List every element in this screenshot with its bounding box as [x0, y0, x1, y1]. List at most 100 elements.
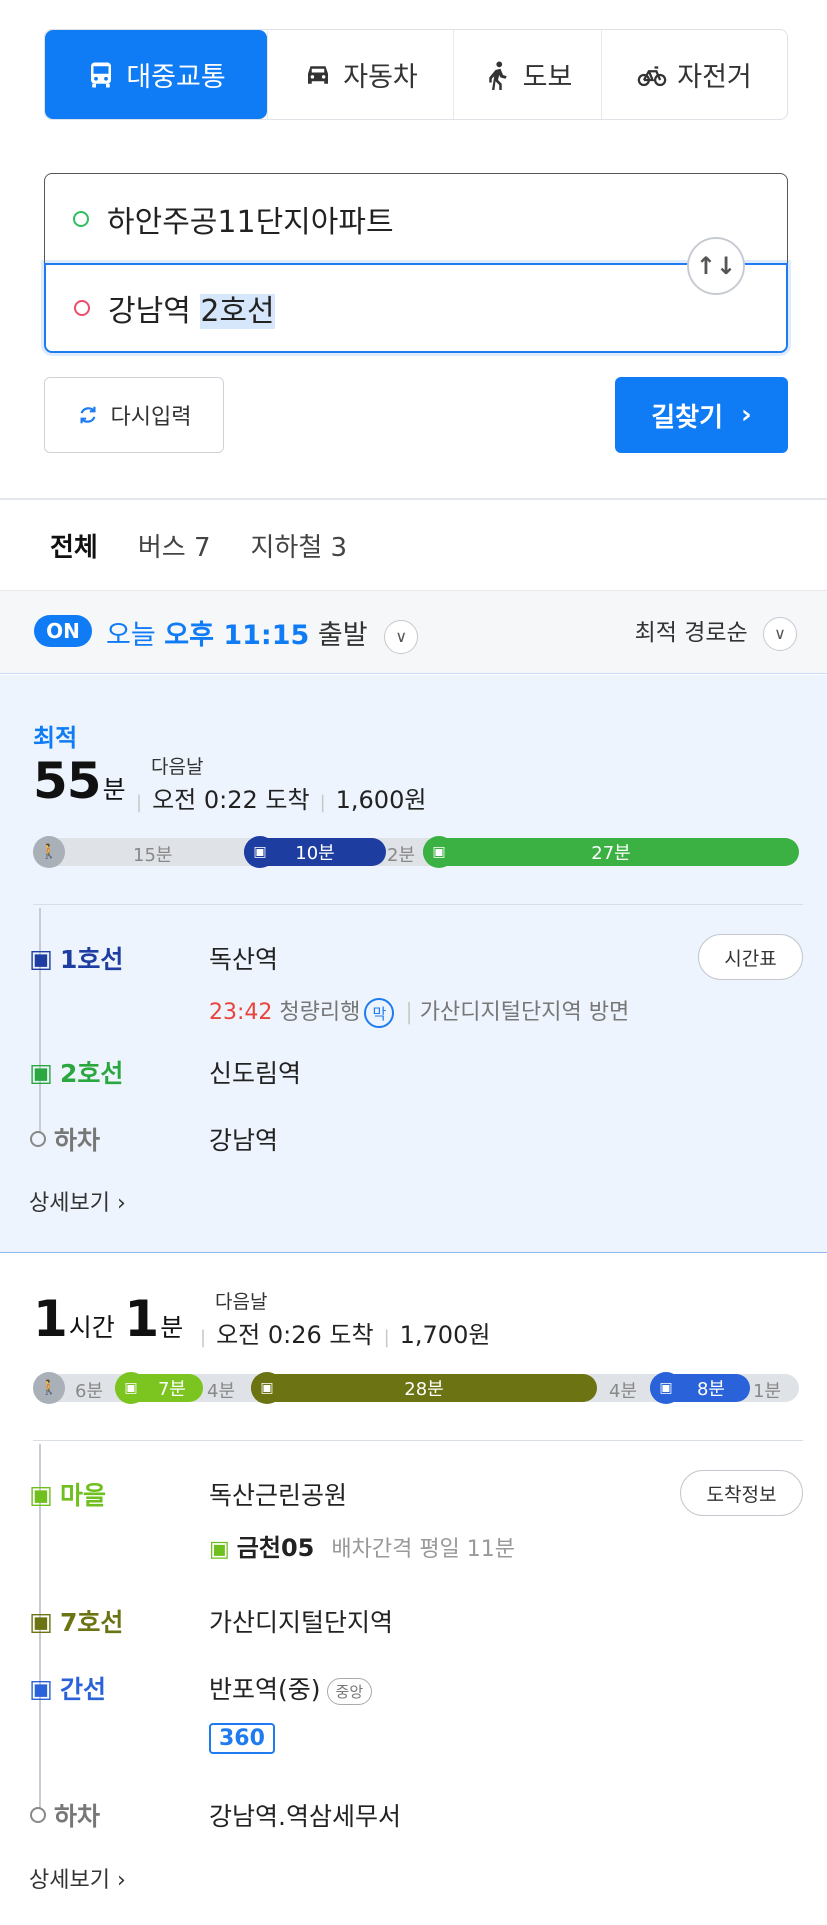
- tab-transit[interactable]: 대중교통: [45, 30, 267, 119]
- route2-bus-route-number[interactable]: 360: [209, 1723, 275, 1754]
- route2-walk1-time: 6분: [75, 1381, 104, 1402]
- route1-detail-link[interactable]: 상세보기 ›: [29, 1185, 126, 1217]
- step-label: 하차: [54, 1126, 101, 1155]
- route2-duration: 1시간 1분: [33, 1290, 187, 1348]
- route1-duration: 55분: [33, 752, 130, 810]
- route1-next-day: 다음날: [151, 756, 204, 778]
- step-label: 하차: [54, 1802, 101, 1831]
- step-label: 7호선: [60, 1608, 124, 1637]
- walk-icon: 🚶: [33, 836, 65, 868]
- route2-fare: 1,700원: [399, 1321, 491, 1349]
- car-icon: [308, 65, 329, 84]
- departure-bar: ON 오늘 오후 11:15 출발 ∨ 최적 경로순 ∨: [0, 590, 827, 674]
- route2-step-line7: ▣ 7호선: [29, 1603, 124, 1639]
- arrival-info-button[interactable]: 도착정보: [680, 1470, 803, 1516]
- departure-time-selector[interactable]: 오늘 오후 11:15 출발 ∨: [106, 613, 419, 654]
- destination-dot-icon: [74, 300, 90, 316]
- route1-subway-segment: 27분: [423, 838, 799, 866]
- sort-selector[interactable]: 최적 경로순 ∨: [635, 613, 797, 651]
- bus-icon: ▣: [115, 1372, 147, 1404]
- find-route-button[interactable]: 길찾기 ›: [615, 377, 788, 453]
- destination-text-selected: 2호선: [200, 294, 275, 329]
- detail-label: 상세보기: [29, 1868, 110, 1893]
- walk-icon: [488, 61, 507, 90]
- route1-stop-2: 신도림역: [209, 1059, 302, 1088]
- bus-icon: ▣: [209, 1537, 230, 1562]
- best-route-label: 최적: [33, 724, 78, 752]
- route2-transfer2-time: 4분: [609, 1381, 638, 1402]
- route2-walk2-time: 1분: [753, 1381, 782, 1402]
- step-label: 2호선: [60, 1059, 124, 1088]
- subway-icon: ▣: [244, 836, 276, 868]
- tab-bike[interactable]: 자전거: [601, 30, 787, 119]
- walk-icon: 🚶: [33, 1372, 65, 1404]
- route1-duration-number: 55: [33, 752, 102, 810]
- tab-car[interactable]: 자동차: [267, 30, 453, 119]
- chevron-right-icon: ›: [116, 1191, 126, 1216]
- tab-all[interactable]: 전체: [36, 527, 128, 596]
- route2-subway-time: 28분: [404, 1379, 444, 1400]
- route1-step-line1: ▣ 1호선: [29, 940, 124, 976]
- step-label: 1호선: [60, 945, 124, 974]
- route2-stop-1: 독산근린공원: [209, 1481, 348, 1510]
- subway-icon: ▣: [29, 943, 53, 973]
- route-search-page: 대중교통 자동차 도보 자전거 하안주공11단지아파트 강남역 2호선 ↑↓ 다…: [0, 0, 827, 1925]
- route1-step-alight: 하차: [30, 1121, 100, 1157]
- swap-arrows-icon: ↑↓: [695, 252, 737, 280]
- route1-progress-bar: 🚶 15분 10분 ▣ 2분 27분 ▣: [33, 836, 799, 868]
- route1-bus-time: 10분: [295, 843, 335, 864]
- tab-transit-label: 대중교통: [126, 62, 226, 93]
- last-train-badge: 막: [364, 998, 395, 1028]
- destination-value: 강남역 2호선: [108, 286, 275, 330]
- on-toggle[interactable]: ON: [34, 615, 92, 647]
- route1-arrival-time: 오전 0:22 도착: [152, 786, 310, 814]
- route2-hours-unit: 시간: [68, 1313, 115, 1342]
- chevron-down-icon: ∨: [384, 619, 419, 654]
- chevron-right-icon: ›: [741, 400, 752, 430]
- tab-walk[interactable]: 도보: [453, 30, 601, 119]
- route2-stop-2: 가산디지털단지역: [209, 1608, 394, 1637]
- alight-circle-icon: [30, 1131, 46, 1147]
- detail-label: 상세보기: [29, 1191, 110, 1216]
- route1-divider: [33, 904, 803, 905]
- timetable-button[interactable]: 시간표: [698, 934, 803, 980]
- route2-bus-info: ▣ 금천05 배차간격 평일 11분: [209, 1528, 515, 1563]
- route2-bus-number: 금천05: [236, 1534, 315, 1562]
- destination-input[interactable]: 강남역 2호선: [44, 263, 788, 353]
- reset-label: 다시입력: [110, 405, 192, 430]
- departure-label: 출발: [317, 620, 368, 651]
- departure-time: 오후 11:15: [164, 620, 310, 651]
- route1-direction: 가산디지털단지역 방면: [419, 1000, 630, 1025]
- tab-subway[interactable]: 지하철 3: [251, 527, 348, 564]
- route2-hours: 1: [33, 1290, 68, 1348]
- route2-transfer1-time: 4분: [207, 1381, 236, 1402]
- origin-value: 하안주공11단지아파트: [107, 204, 394, 240]
- bus-icon: ▣: [29, 1673, 53, 1703]
- reset-button[interactable]: 다시입력: [44, 377, 224, 453]
- bus-icon: [91, 62, 112, 87]
- tab-bus[interactable]: 버스 7: [138, 527, 211, 564]
- sort-label: 최적 경로순: [634, 620, 748, 646]
- bus-icon: ▣: [29, 1479, 53, 1509]
- route2-arrival: | 오전 0:26 도착 | 1,700원: [200, 1321, 491, 1349]
- swap-button[interactable]: ↑↓: [687, 237, 745, 295]
- route2-stop-3-name: 반포역(중): [209, 1675, 321, 1704]
- route2-stop-4: 강남역.역삼세무서: [209, 1802, 401, 1831]
- origin-dot-icon: [73, 210, 89, 227]
- route2-step-trunk: ▣ 간선: [29, 1670, 106, 1706]
- route2-mins-unit: 분: [160, 1313, 184, 1342]
- center-lane-badge: 중앙: [326, 1677, 373, 1705]
- route1-train-destination: 청량리행: [279, 1000, 361, 1025]
- route2-divider: [33, 1440, 803, 1441]
- route1-stop-3: 강남역: [209, 1126, 279, 1155]
- departure-day: 오늘: [106, 620, 156, 651]
- alight-circle-icon: [30, 1807, 46, 1823]
- tab-walk-label: 도보: [522, 62, 573, 93]
- destination-text: 강남역: [108, 294, 201, 329]
- route2-detail-link[interactable]: 상세보기 ›: [29, 1862, 126, 1894]
- route2-subway-segment: 28분: [251, 1374, 597, 1402]
- route1-arrival: | 오전 0:22 도착 | 1,600원: [136, 786, 427, 814]
- origin-input[interactable]: 하안주공11단지아파트: [44, 173, 788, 263]
- route1-subway-time: 27분: [591, 843, 631, 864]
- tab-bike-label: 자전거: [677, 62, 752, 93]
